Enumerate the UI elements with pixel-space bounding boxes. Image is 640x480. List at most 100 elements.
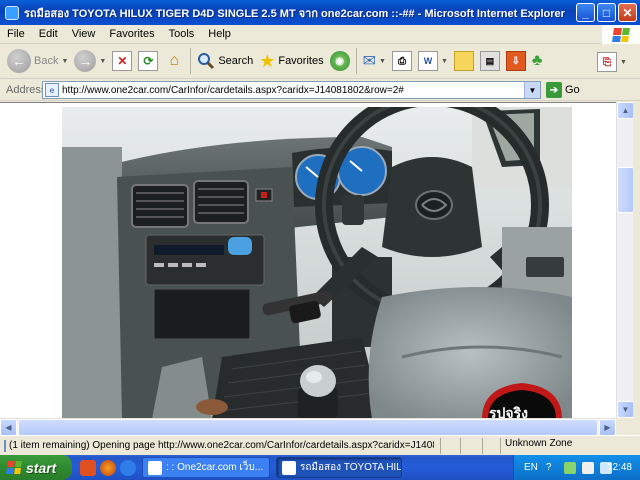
clock: 12:48: [606, 462, 632, 473]
toolbar-separator: [190, 48, 192, 74]
taskbar: start : : One2car.com เว็บ... รถมือสอง T…: [0, 455, 640, 480]
scroll-right-button[interactable]: ▶: [599, 419, 616, 436]
start-button[interactable]: start: [0, 455, 72, 480]
scroll-down-button[interactable]: ▼: [617, 401, 634, 418]
start-label: start: [26, 459, 57, 476]
security-zone: Unknown Zone: [505, 438, 572, 449]
address-dropdown-button[interactable]: ▼: [524, 82, 540, 98]
menu-view[interactable]: View: [65, 28, 103, 40]
vertical-scrollbar[interactable]: ▲ ▼: [616, 102, 634, 418]
status-text: (1 item remaining) Opening page http://w…: [9, 440, 434, 451]
address-field[interactable]: e http://www.one2car.com/CarInfor/cardet…: [42, 81, 541, 99]
ie-icon[interactable]: [120, 459, 136, 476]
forward-arrow-icon: →: [74, 50, 97, 72]
back-label: Back: [34, 55, 59, 67]
window-controls: _ □ ✕: [576, 3, 637, 22]
window-title: รถมือสอง TOYOTA HILUX TIGER D4D SINGLE 2…: [24, 7, 565, 20]
star-icon: ★: [259, 50, 276, 71]
status-bar: (1 item remaining) Opening page http://w…: [0, 435, 640, 455]
messenger-icon: ⇩: [505, 51, 526, 71]
mail-button[interactable]: ✉ ▼: [360, 46, 389, 76]
discuss-button[interactable]: [451, 46, 477, 76]
home-icon: ⌂: [169, 52, 180, 69]
research-icon: ▤: [479, 51, 500, 71]
menu-edit[interactable]: Edit: [32, 28, 65, 40]
print-button[interactable]: ⎙: [389, 46, 415, 76]
menu-file[interactable]: File: [0, 28, 32, 40]
favorites-button[interactable]: ★ Favorites: [256, 46, 326, 76]
status-message: (1 item remaining) Opening page http://w…: [4, 439, 434, 452]
address-url[interactable]: http://www.one2car.com/CarInfor/cardetai…: [62, 85, 524, 96]
menu-favorites[interactable]: Favorites: [102, 28, 161, 40]
help-icon[interactable]: ?: [546, 462, 558, 474]
dashboard-image: [62, 107, 572, 419]
menu-tools[interactable]: Tools: [162, 28, 202, 40]
watermark-text: รูปจริง: [489, 406, 528, 419]
home-button[interactable]: ⌂: [161, 46, 187, 76]
quicklaunch-app-icon[interactable]: [80, 459, 96, 476]
minimize-button[interactable]: _: [576, 3, 595, 22]
windows-logo-icon: [602, 25, 640, 44]
media-icon: ◉: [329, 51, 350, 71]
forward-button[interactable]: → ▼: [71, 46, 109, 76]
menu-help[interactable]: Help: [201, 28, 238, 40]
status-divider: [500, 438, 501, 454]
chevron-down-icon: ▼: [379, 57, 386, 65]
ie-page-icon: [282, 460, 296, 475]
firefox-icon[interactable]: [100, 459, 116, 476]
windows-messenger-button[interactable]: ♣: [529, 46, 546, 76]
stop-icon: ✕: [112, 51, 133, 71]
acrobat-button[interactable]: ⎘ ▼: [594, 47, 630, 77]
pdf-icon: ⎘: [597, 52, 617, 72]
word-edit-icon: W: [417, 51, 438, 71]
research-button[interactable]: ▤: [477, 46, 503, 76]
chevron-down-icon: ▼: [440, 57, 448, 65]
back-button[interactable]: ← Back ▼: [4, 46, 71, 76]
stop-button[interactable]: ✕: [109, 46, 135, 76]
mail-icon: ✉: [362, 53, 376, 70]
task-label: : : One2car.com เว็บ...: [166, 462, 264, 473]
close-button[interactable]: ✕: [618, 3, 637, 22]
maximize-button[interactable]: □: [597, 3, 616, 22]
search-button[interactable]: Search: [194, 46, 256, 76]
messenger-button[interactable]: ⇩: [503, 46, 529, 76]
search-icon: [198, 53, 215, 70]
favorites-label: Favorites: [278, 55, 324, 67]
scroll-up-button[interactable]: ▲: [617, 102, 634, 119]
windows-logo-icon: [6, 461, 22, 474]
taskbar-item-active-page[interactable]: รถมือสอง TOYOTA HIL...: [276, 457, 402, 478]
discuss-icon: [453, 51, 474, 71]
loading-page-icon: [4, 439, 6, 452]
print-icon: ⎙: [391, 51, 412, 71]
address-bar: Address e http://www.one2car.com/CarInfo…: [0, 79, 640, 101]
scroll-left-button[interactable]: ◀: [0, 419, 17, 436]
back-arrow-icon: ←: [7, 49, 31, 73]
search-label: Search: [218, 55, 254, 67]
antivirus-icon[interactable]: [581, 461, 594, 474]
horizontal-scrollbar[interactable]: ◀ ▶: [0, 418, 616, 436]
horizontal-scroll-thumb[interactable]: [18, 419, 598, 436]
network-icon[interactable]: [563, 461, 576, 474]
refresh-button[interactable]: ⟳: [135, 46, 161, 76]
go-button[interactable]: ➔ Go: [546, 82, 580, 98]
zone-label: Unknown Zone: [505, 438, 573, 449]
edit-button[interactable]: W ▼: [415, 46, 451, 76]
window-border: [633, 102, 640, 435]
standard-toolbar: ← Back ▼ → ▼ ✕ ⟳ ⌂ Search ★ Favorites ◉ …: [0, 44, 640, 79]
scrollbar-corner: [616, 418, 633, 435]
chevron-down-icon: ▼: [620, 58, 627, 66]
media-button[interactable]: ◉: [327, 46, 353, 76]
go-label: Go: [565, 84, 580, 96]
status-divider: [482, 438, 483, 454]
status-divider: [460, 438, 461, 454]
vertical-scroll-thumb[interactable]: [617, 167, 634, 213]
go-arrow-icon: ➔: [546, 82, 562, 98]
toolbar-separator: [355, 48, 357, 74]
title-bar: รถมือสอง TOYOTA HILUX TIGER D4D SINGLE 2…: [0, 0, 640, 25]
address-label: Address: [6, 83, 47, 96]
page-content[interactable]: รูปจริง: [0, 102, 640, 419]
page-icon: e: [45, 83, 59, 97]
car-interior-photo: รูปจริง: [62, 107, 572, 419]
taskbar-item-one2car[interactable]: : : One2car.com เว็บ...: [142, 457, 270, 478]
language-indicator[interactable]: EN: [524, 462, 538, 473]
